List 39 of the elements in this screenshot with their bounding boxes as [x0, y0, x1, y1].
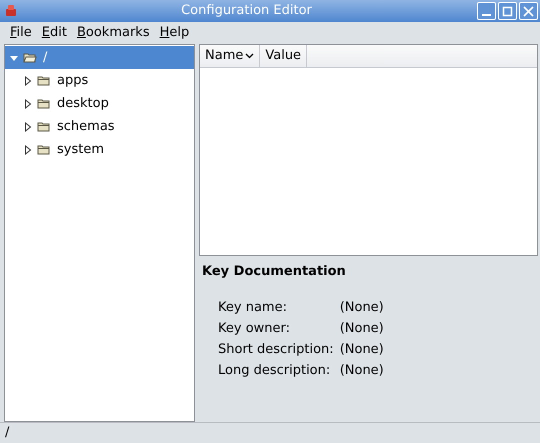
field-label: Short description:	[218, 340, 334, 358]
maximize-button[interactable]	[498, 2, 517, 20]
field-label: Key owner:	[218, 320, 292, 338]
tree-item[interactable]: desktop	[5, 92, 194, 115]
menu-item[interactable]: Bookmarks	[72, 23, 155, 43]
tree-item[interactable]: schemas	[5, 115, 194, 138]
folder-icon	[37, 120, 51, 132]
expand-icon[interactable]	[23, 76, 33, 86]
expand-icon[interactable]	[23, 98, 33, 108]
folder-icon	[37, 98, 51, 110]
close-button[interactable]	[519, 2, 538, 20]
sort-icon	[245, 53, 254, 59]
folder-icon	[37, 144, 51, 156]
minimize-icon	[482, 14, 491, 16]
field-value: (None)	[340, 340, 384, 358]
field-label: Key name:	[218, 298, 288, 316]
expand-icon[interactable]	[23, 122, 33, 132]
menu-item[interactable]: File	[5, 23, 37, 43]
tree-item[interactable]: /	[5, 46, 194, 69]
close-icon	[523, 6, 534, 16]
field-label: Long description:	[218, 362, 332, 380]
tree-item[interactable]: system	[5, 138, 194, 161]
section-title: Key Documentation	[202, 263, 347, 281]
field-value: (None)	[340, 362, 384, 380]
status-bar: /	[0, 422, 540, 443]
menu-item[interactable]: Help	[154, 23, 194, 43]
tree-item[interactable]: apps	[5, 69, 194, 92]
column-header[interactable]: Name	[200, 45, 260, 67]
maximize-icon	[502, 6, 513, 16]
folder-icon	[23, 52, 37, 64]
expand-icon[interactable]	[23, 144, 33, 154]
folder-icon	[37, 74, 51, 86]
field-value: (None)	[340, 320, 384, 338]
menu-item[interactable]: Edit	[36, 23, 72, 43]
minimize-button[interactable]	[477, 2, 496, 20]
app-icon	[4, 4, 18, 18]
window-title: Configuration Editor	[180, 2, 313, 20]
field-value: (None)	[340, 298, 384, 316]
column-header[interactable]: Value	[260, 45, 308, 67]
